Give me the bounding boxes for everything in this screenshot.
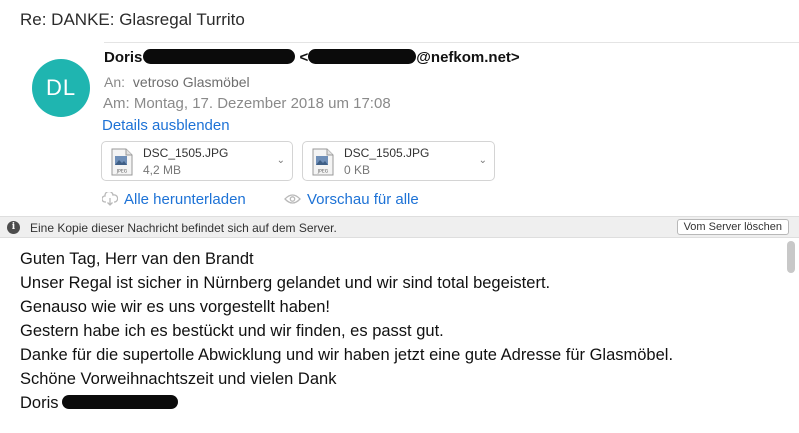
server-notice-bar: i Eine Kopie dieser Nachricht befindet s… <box>0 216 799 238</box>
sender-email-open: < <box>299 49 309 66</box>
chevron-down-icon[interactable]: ⌄ <box>277 155 285 166</box>
message-line: Guten Tag, Herr van den Brandt <box>20 250 254 268</box>
email-subject: Re: DANKE: Glasregal Turrito <box>20 10 245 29</box>
attachment-card[interactable]: JPEG DSC_1505.JPG 4,2 MB ⌄ <box>101 141 293 181</box>
attachment-name: DSC_1505.JPG <box>344 146 430 160</box>
delete-from-server-button[interactable]: Vom Server löschen <box>676 219 789 235</box>
info-icon: i <box>7 221 20 234</box>
jpeg-file-icon: JPEG <box>312 148 334 176</box>
message-line: Gestern habe ich es bestückt und wir fin… <box>20 322 444 340</box>
recipient-value[interactable]: vetroso Glasmöbel <box>133 74 250 90</box>
attachment-size: 4,2 MB <box>143 163 182 177</box>
hide-details-link[interactable]: Details ausblenden <box>102 117 230 134</box>
message-line: Schöne Vorweihnachtszeit und vielen Dank <box>20 370 337 388</box>
avatar: DL <box>32 59 90 117</box>
file-type-label: JPEG <box>317 169 329 175</box>
recipient-label: An: <box>104 74 126 90</box>
header-divider <box>104 42 799 43</box>
redacted-sender-name <box>143 49 296 64</box>
sender-name: Doris <box>104 49 143 66</box>
redacted-signature <box>61 395 178 409</box>
server-notice-text: Eine Kopie dieser Nachricht befindet sic… <box>30 221 337 235</box>
sender-email-domain: @nefkom.net> <box>416 49 520 66</box>
sender-line[interactable]: Doris < @nefkom.net> <box>104 49 520 66</box>
signature-name: Doris <box>20 394 59 412</box>
message-line: Genauso wie wir es uns vorgestellt haben… <box>20 298 331 316</box>
file-type-label: JPEG <box>116 169 128 175</box>
preview-all-label: Vorschau für alle <box>307 191 419 208</box>
attachment-card[interactable]: JPEG DSC_1505.JPG 0 KB ⌄ <box>302 141 495 181</box>
preview-all-button[interactable]: Vorschau für alle <box>284 191 419 208</box>
message-line: Danke für die supertolle Abwicklung und … <box>20 346 674 364</box>
avatar-initials: DL <box>45 75 77 100</box>
attachment-name: DSC_1505.JPG <box>143 146 229 160</box>
redacted-email-user <box>308 49 417 64</box>
recipient-line: An: vetroso Glasmöbel <box>104 74 250 90</box>
message-line: Unser Regal ist sicher in Nürnberg gelan… <box>20 274 551 292</box>
chevron-down-icon[interactable]: ⌄ <box>479 155 487 166</box>
eye-icon <box>284 191 301 208</box>
cloud-download-icon <box>101 190 119 208</box>
attachment-size: 0 KB <box>344 163 371 177</box>
download-all-label: Alle herunterladen <box>124 191 246 208</box>
signature-line: Doris <box>20 391 673 415</box>
download-all-button[interactable]: Alle herunterladen <box>101 190 246 208</box>
message-body: Guten Tag, Herr van den Brandt Unser Reg… <box>20 247 673 415</box>
scrollbar-thumb[interactable] <box>787 241 795 273</box>
date-line: Am: Montag, 17. Dezember 2018 um 17:08 <box>103 95 391 112</box>
jpeg-file-icon: JPEG <box>111 148 133 176</box>
